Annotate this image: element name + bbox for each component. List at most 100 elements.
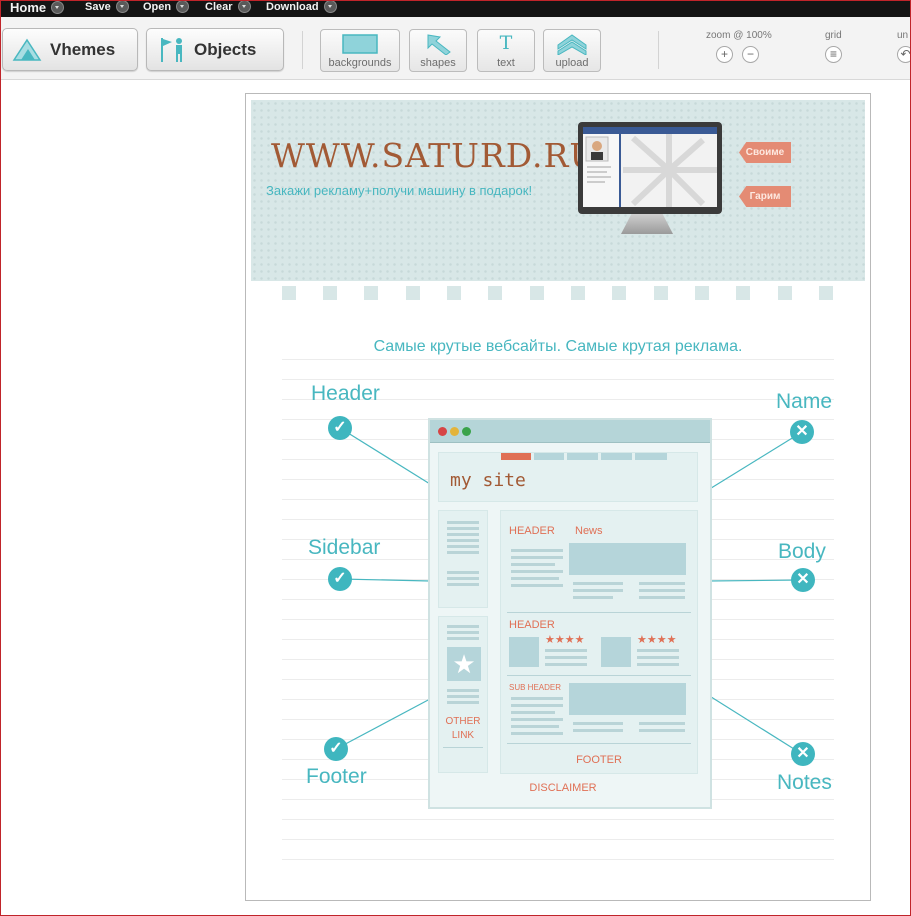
menu-download-label: Download xyxy=(266,1,319,13)
undo-button[interactable]: ↶ xyxy=(897,46,911,63)
text-line xyxy=(447,527,479,530)
wireframe-site-title: my site xyxy=(450,470,526,491)
chevron-down-icon[interactable] xyxy=(237,0,251,13)
text-line xyxy=(447,539,479,542)
text-line xyxy=(545,649,587,652)
text-line xyxy=(573,589,623,592)
text-line xyxy=(573,722,623,725)
text-line xyxy=(639,582,685,585)
text-button[interactable]: T text xyxy=(477,29,535,72)
text-line xyxy=(637,649,679,652)
undo-label: un xyxy=(897,30,909,41)
image-placeholder xyxy=(569,543,686,575)
chevron-down-icon[interactable] xyxy=(115,0,129,13)
toolbar: Vhemes Objects backgrounds shapes T text xyxy=(0,17,911,80)
zoom-in-button[interactable]: + xyxy=(716,46,733,63)
chevron-down-icon[interactable] xyxy=(51,1,65,15)
maximize-dot-icon xyxy=(462,427,471,436)
text-line xyxy=(511,732,563,735)
text-line xyxy=(573,729,623,732)
text-line xyxy=(511,725,559,728)
shapes-button[interactable]: shapes xyxy=(409,29,467,72)
nav-tab-active xyxy=(501,453,531,460)
text-line xyxy=(573,596,613,599)
text-line xyxy=(511,570,563,573)
label-header: Header xyxy=(311,382,380,405)
text-line xyxy=(545,656,587,659)
menu-home[interactable]: Home xyxy=(10,0,65,17)
text-line xyxy=(639,596,685,599)
text-line xyxy=(447,689,479,692)
divider-line xyxy=(507,612,691,613)
divider-line xyxy=(507,675,691,676)
mountain-icon xyxy=(12,38,42,61)
check-circle-icon: ✓ xyxy=(324,737,348,761)
menu-home-label: Home xyxy=(10,0,47,15)
objects-button[interactable]: Objects xyxy=(146,28,284,71)
menu-open-label: Open xyxy=(143,1,172,13)
text-line xyxy=(637,656,679,659)
check-circle-icon: ✓ xyxy=(328,567,352,591)
grid-toggle-button[interactable]: ≡ xyxy=(825,46,842,63)
image-placeholder xyxy=(569,683,686,715)
text-line xyxy=(511,718,563,721)
check-circle-icon: ✓ xyxy=(328,416,352,440)
text-line xyxy=(447,521,479,524)
body-header-1: HEADER xyxy=(509,525,555,537)
wireframe-sidebar-top xyxy=(438,510,488,608)
people-icon xyxy=(161,38,182,62)
star-image-icon: ★ xyxy=(447,647,481,681)
text-line xyxy=(447,577,479,580)
design-canvas[interactable]: WWW.SATURD.RU Закажи рекламу+получи маши… xyxy=(245,93,871,901)
undo-icon: ↶ xyxy=(900,47,911,61)
chevron-down-icon[interactable] xyxy=(323,0,337,13)
upload-icon xyxy=(557,34,587,55)
website-wireframe: my site ★ OTHER LINK HEADER News HEADER … xyxy=(428,418,712,809)
x-circle-icon: ✕ xyxy=(791,742,815,766)
rating-stars-icon: ★★★★ xyxy=(545,634,585,646)
wireframe-footer-text: FOOTER xyxy=(576,754,622,766)
label-footer: Footer xyxy=(306,765,367,788)
upload-label: upload xyxy=(555,57,589,69)
text-line xyxy=(511,584,563,587)
text-line xyxy=(447,625,479,628)
text-t-icon: T xyxy=(499,32,513,54)
zoom-out-button[interactable]: − xyxy=(742,46,759,63)
text-line xyxy=(511,704,563,707)
text-line xyxy=(511,556,563,559)
text-line xyxy=(447,631,479,634)
rating-stars-icon: ★★★★ xyxy=(637,634,677,646)
menu-open[interactable]: Open xyxy=(143,0,190,17)
text-line xyxy=(639,722,685,725)
nav-tab xyxy=(635,453,667,460)
menu-clear[interactable]: Clear xyxy=(205,0,251,17)
themes-label: Vhemes xyxy=(50,40,116,59)
upload-button[interactable]: upload xyxy=(543,29,601,72)
wireframe-body: HEADER News HEADER ★★★★ ★★★★ SUB HEADER … xyxy=(500,510,698,774)
text-line xyxy=(447,533,479,536)
menu-download[interactable]: Download xyxy=(266,0,337,17)
image-placeholder xyxy=(601,637,631,667)
minimize-dot-icon xyxy=(450,427,459,436)
menu-save[interactable]: Save xyxy=(85,0,129,17)
nav-tab xyxy=(601,453,632,460)
divider-line xyxy=(443,747,483,748)
grid-label: grid xyxy=(825,30,842,41)
menu-clear-label: Clear xyxy=(205,1,233,13)
browser-titlebar xyxy=(430,420,710,443)
backgrounds-button[interactable]: backgrounds xyxy=(320,29,400,72)
x-circle-icon: ✕ xyxy=(791,568,815,592)
toolbar-divider xyxy=(302,31,303,69)
chevron-down-icon[interactable] xyxy=(176,0,190,13)
text-line xyxy=(447,637,479,640)
body-news-label: News xyxy=(575,525,603,537)
body-sub-header: SUB HEADER xyxy=(509,683,562,692)
text-line xyxy=(447,583,479,586)
themes-button[interactable]: Vhemes xyxy=(2,28,138,71)
wireframe-sidebar-bottom: ★ OTHER LINK xyxy=(438,616,488,773)
label-notes: Notes xyxy=(777,771,832,794)
image-placeholder xyxy=(509,637,539,667)
shapes-label: shapes xyxy=(420,57,456,69)
text-line xyxy=(511,563,555,566)
menu-bar: Home Save Open Clear Download xyxy=(0,0,911,17)
